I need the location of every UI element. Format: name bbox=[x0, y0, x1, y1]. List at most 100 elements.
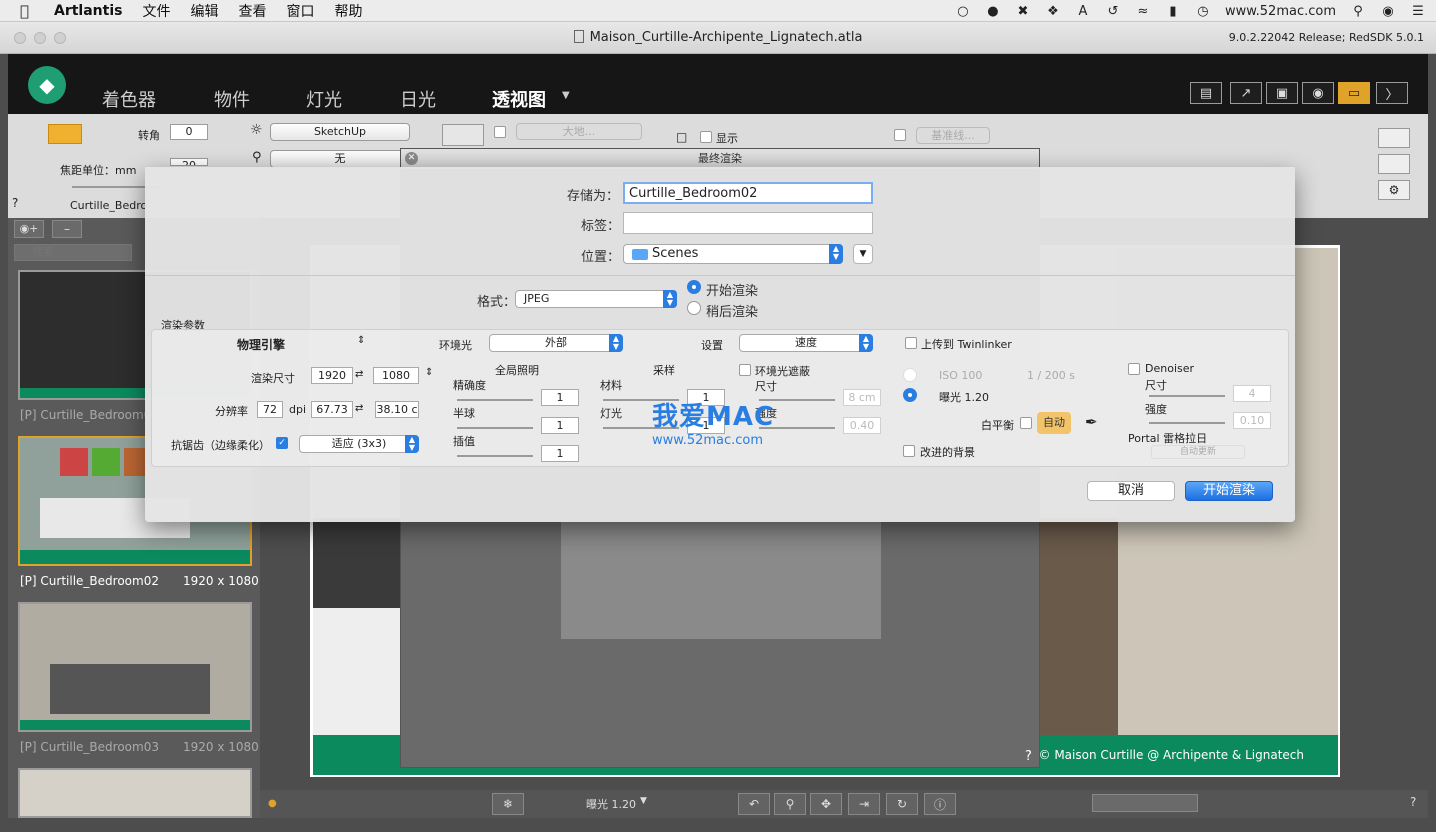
exposure-dropdown-icon[interactable]: ▼ bbox=[640, 796, 647, 806]
checker-icon[interactable] bbox=[1378, 128, 1410, 148]
auto-wb-button[interactable]: 自动 bbox=[1037, 412, 1071, 434]
remove-view-button[interactable]: – bbox=[52, 220, 82, 238]
ao-size-field[interactable]: 8 cm bbox=[843, 389, 881, 406]
undo-icon[interactable]: ↶ bbox=[738, 793, 770, 815]
ao-checkbox[interactable] bbox=[739, 364, 751, 376]
tool-icon[interactable]: ❖ bbox=[1045, 3, 1061, 19]
search-input[interactable] bbox=[14, 244, 132, 261]
location-select[interactable]: Scenes ▲ ▼ bbox=[623, 244, 843, 264]
windows-icon[interactable]: ▣ bbox=[1266, 82, 1298, 104]
ao-strength-field[interactable]: 0.40 bbox=[843, 417, 881, 434]
export-icon[interactable]: ↗ bbox=[1230, 82, 1262, 104]
search-icon[interactable]: ⚲ bbox=[1350, 3, 1366, 19]
gear-icon[interactable]: ⚙ bbox=[1378, 180, 1410, 200]
time-machine-icon[interactable]: ↺ bbox=[1105, 3, 1121, 19]
cart-icon[interactable]: ▤ bbox=[1190, 82, 1222, 104]
zoom-icon[interactable]: ⚲ bbox=[774, 793, 806, 815]
denoiser-checkbox[interactable] bbox=[1128, 363, 1140, 375]
light-preset-select[interactable]: 无 bbox=[270, 150, 410, 168]
ground-button[interactable]: 大地... bbox=[516, 123, 642, 140]
ground-checkbox[interactable] bbox=[494, 126, 506, 138]
dn-strength-field[interactable]: 0.10 bbox=[1233, 412, 1271, 429]
perspective-dropdown-icon[interactable]: ▼ bbox=[562, 90, 570, 101]
dn-size-slider[interactable] bbox=[1149, 395, 1225, 397]
antialias-checkbox[interactable]: ✓ bbox=[276, 437, 288, 449]
dn-size-field[interactable]: 4 bbox=[1233, 385, 1271, 402]
camera-icon[interactable]: ◉ bbox=[1302, 82, 1334, 104]
close-icon[interactable]: ✕ bbox=[405, 152, 418, 165]
sun-preset-select[interactable]: SketchUp bbox=[270, 123, 410, 141]
rotation-field[interactable]: 0 bbox=[170, 124, 208, 140]
battery-icon[interactable]: ▮ bbox=[1165, 3, 1181, 19]
engine-label[interactable]: 物理引擎 bbox=[237, 336, 285, 353]
width-field[interactable]: 1920 bbox=[311, 367, 353, 384]
improved-bg-checkbox[interactable] bbox=[903, 445, 915, 457]
siri-icon[interactable]: ◉ bbox=[1380, 3, 1396, 19]
text-a-icon[interactable]: A bbox=[1075, 3, 1091, 19]
tab-lights[interactable]: 灯光 bbox=[306, 86, 342, 112]
physical-width-field[interactable]: 67.73 c bbox=[311, 401, 353, 418]
baseline-button[interactable]: 基准线... bbox=[916, 127, 990, 144]
aperture-icon[interactable]: ❄ bbox=[492, 793, 524, 815]
gi-precision-slider[interactable] bbox=[457, 399, 533, 401]
twinlinker-checkbox[interactable] bbox=[905, 337, 917, 349]
focal-field[interactable]: 20 bbox=[170, 158, 208, 166]
gi-interp-slider[interactable] bbox=[457, 455, 533, 457]
format-select[interactable]: JPEG ▲ ▼ bbox=[515, 290, 677, 308]
timeline-scroller[interactable] bbox=[1092, 794, 1198, 812]
frame-icon[interactable]: ▭ bbox=[1338, 82, 1370, 104]
later-render-radio[interactable] bbox=[687, 301, 701, 315]
wifi-icon[interactable]: ≈ bbox=[1135, 3, 1151, 19]
dn-strength-slider[interactable] bbox=[1149, 422, 1225, 424]
environment-select[interactable]: 外部 ▲ ▼ bbox=[489, 334, 623, 352]
dialog-help-icon[interactable]: ? bbox=[1025, 749, 1032, 764]
expand-chevron-icon[interactable]: ▼ bbox=[853, 244, 873, 264]
apple-icon[interactable]:  bbox=[20, 3, 34, 19]
help-icon[interactable]: ? bbox=[12, 196, 18, 210]
exposure-radio[interactable] bbox=[903, 388, 917, 402]
gi-hemisphere-slider[interactable] bbox=[457, 427, 533, 429]
tags-input[interactable] bbox=[623, 212, 873, 234]
tab-sun[interactable]: 日光 bbox=[400, 86, 436, 112]
refresh-icon[interactable]: ↻ bbox=[886, 793, 918, 815]
antialias-select[interactable]: 适应 (3x3) ▲ ▼ bbox=[299, 435, 419, 453]
start-render-button[interactable]: 开始渲染 bbox=[1185, 481, 1273, 501]
app-x-icon[interactable]: ✖ bbox=[1015, 3, 1031, 19]
signal-icon[interactable]: ○ bbox=[955, 3, 971, 19]
settings-select[interactable]: 速度 ▲ ▼ bbox=[739, 334, 873, 352]
lens-icon[interactable] bbox=[48, 124, 82, 144]
tab-objects[interactable]: 物件 bbox=[214, 86, 250, 112]
gi-interp-field[interactable]: 1 bbox=[541, 445, 579, 462]
add-camera-icon[interactable]: ◉+ bbox=[14, 220, 44, 238]
white-balance-checkbox[interactable] bbox=[1020, 417, 1032, 429]
gi-precision-field[interactable]: 1 bbox=[541, 389, 579, 406]
save-as-input[interactable]: Curtille_Bedroom02 bbox=[623, 182, 873, 204]
baseline-checkbox[interactable] bbox=[894, 129, 906, 141]
start-render-radio[interactable] bbox=[687, 280, 701, 294]
info-icon[interactable]: ⓘ bbox=[924, 793, 956, 815]
menu-app-name[interactable]: Artlantis bbox=[54, 3, 122, 19]
gi-hemisphere-field[interactable]: 1 bbox=[541, 417, 579, 434]
color-swatch[interactable] bbox=[442, 124, 484, 146]
height-field[interactable]: 1080 bbox=[373, 367, 419, 384]
console-icon[interactable]: 〉 bbox=[1376, 82, 1408, 104]
link-icon[interactable]: ⇄ bbox=[355, 369, 363, 380]
physical-height-field[interactable]: 38.10 c bbox=[375, 401, 419, 418]
menu-edit[interactable]: 编辑 bbox=[190, 1, 218, 21]
iso-radio[interactable] bbox=[903, 368, 917, 382]
cancel-button[interactable]: 取消 bbox=[1087, 481, 1175, 501]
thumb-view-4[interactable] bbox=[18, 768, 252, 818]
color-palette-icon[interactable] bbox=[1378, 154, 1410, 174]
qq-icon[interactable]: ● bbox=[985, 3, 1001, 19]
size-stepper-icon[interactable]: ⇕ bbox=[425, 367, 433, 378]
pan-icon[interactable]: ✥ bbox=[810, 793, 842, 815]
menu-file[interactable]: 文件 bbox=[142, 1, 170, 21]
thumb-view-3[interactable] bbox=[18, 602, 252, 732]
tab-perspective[interactable]: 透视图 bbox=[492, 86, 546, 112]
menu-help[interactable]: 帮助 bbox=[334, 1, 362, 21]
engine-stepper-icon[interactable]: ⇕ bbox=[357, 335, 365, 346]
clock-icon[interactable]: ◷ bbox=[1195, 3, 1211, 19]
show-checkbox[interactable] bbox=[700, 131, 712, 143]
menu-view[interactable]: 查看 bbox=[238, 1, 266, 21]
eyedropper-icon[interactable]: ✒ bbox=[1085, 413, 1098, 431]
